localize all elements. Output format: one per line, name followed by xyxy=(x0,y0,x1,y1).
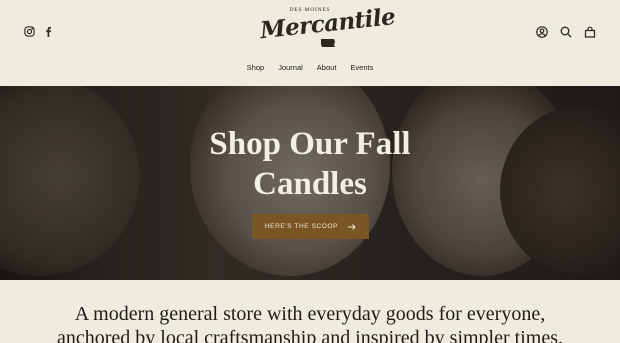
nav-item-journal[interactable]: Journal xyxy=(278,63,303,72)
hero-banner[interactable]: Shop Our Fall Candles HERE'S THE SCOOP xyxy=(0,86,620,280)
cart-button[interactable] xyxy=(584,26,596,38)
social-links xyxy=(24,26,54,37)
hero-cta-label: HERE'S THE SCOOP xyxy=(264,223,339,230)
arrow-right-icon xyxy=(348,223,356,230)
cart-icon xyxy=(584,26,596,38)
search-button[interactable] xyxy=(560,26,572,38)
nav-item-shop[interactable]: Shop xyxy=(247,63,265,72)
hero-title-line-1: Shop Our Fall xyxy=(209,126,411,162)
hero-title-line-2: Candles xyxy=(253,166,367,202)
hero-title: Shop Our Fall Candles xyxy=(0,124,620,204)
account-icon xyxy=(536,26,548,38)
site-header: DES MOINES Mercantile Shop Journal About… xyxy=(0,0,620,86)
instagram-link[interactable] xyxy=(24,26,35,37)
utility-icons xyxy=(536,26,596,38)
store-tagline: A modern general store with everyday goo… xyxy=(0,302,620,343)
hero-cta-button[interactable]: HERE'S THE SCOOP xyxy=(252,214,369,239)
main-nav: Shop Journal About Events xyxy=(0,63,620,72)
site-logo[interactable]: DES MOINES Mercantile xyxy=(258,3,397,54)
instagram-icon xyxy=(24,26,35,37)
search-icon xyxy=(560,26,572,38)
tagline-line-1: A modern general store with everyday goo… xyxy=(74,303,546,325)
logo-wordmark: Mercantile xyxy=(258,3,397,45)
iowa-map-icon xyxy=(321,39,335,47)
facebook-icon xyxy=(46,26,51,37)
nav-item-events[interactable]: Events xyxy=(350,63,373,72)
tagline-line-2: anchored by local craftsmanship and insp… xyxy=(57,327,563,343)
facebook-link[interactable] xyxy=(43,26,54,37)
nav-item-about[interactable]: About xyxy=(317,63,337,72)
account-button[interactable] xyxy=(536,26,548,38)
